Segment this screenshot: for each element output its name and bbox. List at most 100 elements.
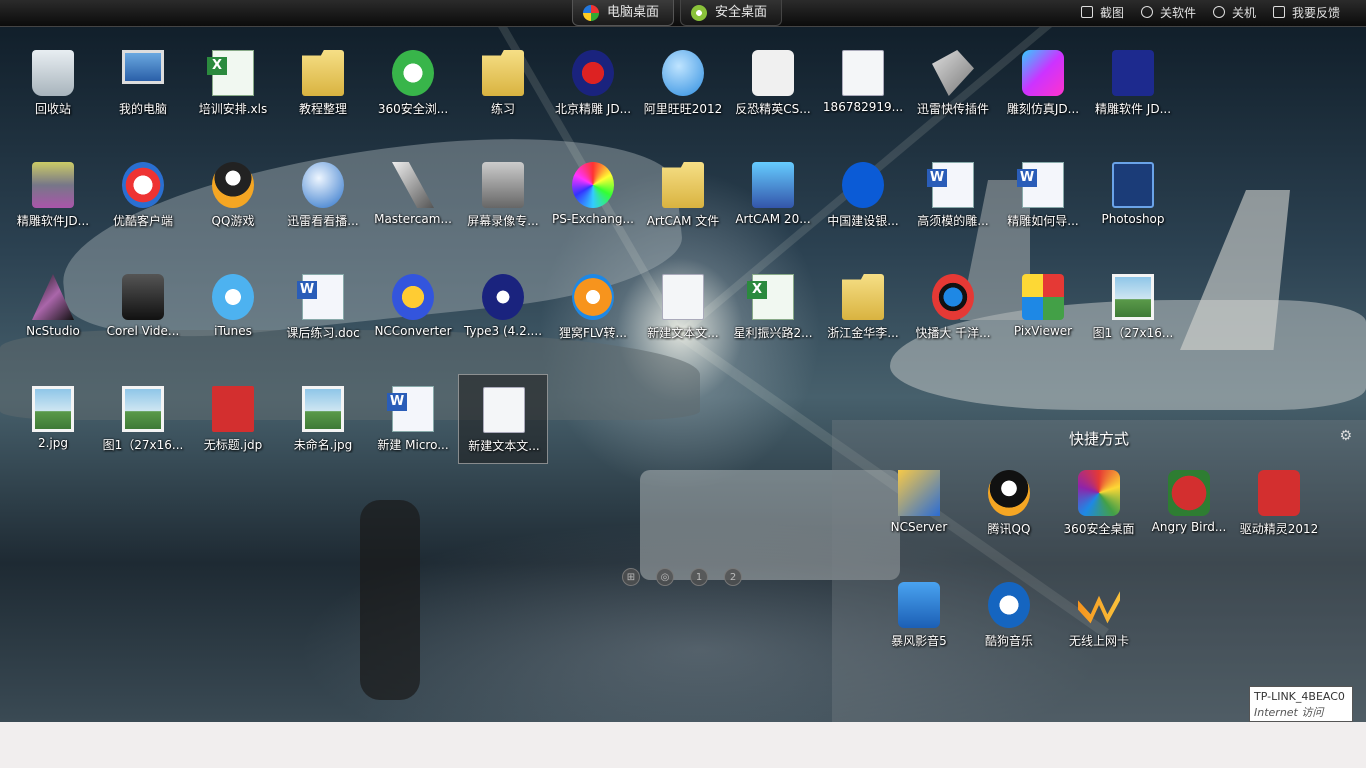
desktop[interactable]: 电脑桌面 安全桌面 截图 关软件 关机 我要反馈 回收站 我的电脑 培训安排.xls… — [0, 0, 1366, 722]
desktop-icon[interactable]: Photoshop — [1088, 150, 1178, 240]
desktop-icon-label: 星利振兴路2... — [733, 326, 813, 340]
desktop-icon[interactable]: 回收站 — [8, 38, 98, 128]
desktop-icon-label: 无标题.jdp — [203, 438, 263, 452]
shortcut-item[interactable]: 暴风影音5 — [874, 570, 964, 660]
shortcut-item[interactable]: 腾讯QQ — [964, 458, 1054, 548]
pager-360-icon[interactable]: ◎ — [656, 568, 674, 586]
shortcut-item[interactable]: 驱动精灵2012 — [1234, 458, 1324, 548]
jd-app-icon — [572, 50, 614, 96]
desktop-icon-label: 新建文本文... — [647, 326, 719, 340]
desktop-icon-label: QQ游戏 — [211, 214, 255, 228]
desktop-icon[interactable]: ArtCAM 文件 — [638, 150, 728, 240]
desktop-icon[interactable]: 浙江金华李... — [818, 262, 908, 352]
desktop-icon[interactable]: 阿里旺旺2012 — [638, 38, 728, 128]
pager-windows-icon[interactable]: ⊞ — [622, 568, 640, 586]
counter-strike-icon — [752, 50, 794, 96]
desktop-icon[interactable]: 新建文本文... — [638, 262, 728, 352]
shortcut-item-label: 360安全桌面 — [1063, 522, 1135, 536]
desktop-icon-label: 高须模的雕... — [917, 214, 989, 228]
folder-icon — [842, 274, 884, 320]
desktop-icon[interactable]: 北京精雕 JD... — [548, 38, 638, 128]
desktop-icon-label: 精雕如何导... — [1007, 214, 1079, 228]
desktop-icon[interactable]: 狸窝FLV转... — [548, 262, 638, 352]
desktop-icon[interactable]: 360安全浏... — [368, 38, 458, 128]
desktop-icon[interactable]: Mastercam... — [368, 150, 458, 240]
desktop-icon[interactable]: 雕刻仿真JD... — [998, 38, 1088, 128]
desktop-icon[interactable]: 新建文本文... — [458, 374, 548, 464]
desktop-icon[interactable]: iTunes — [188, 262, 278, 352]
ncconverter-icon — [392, 274, 434, 320]
desktop-icon[interactable]: 星利振兴路2... — [728, 262, 818, 352]
close-software-button[interactable]: 关软件 — [1141, 0, 1196, 26]
qvod-icon — [932, 274, 974, 320]
tab-safe-desktop[interactable]: 安全桌面 — [680, 0, 783, 26]
desktop-icon[interactable]: 快播大 千洋... — [908, 262, 998, 352]
desktop-icon[interactable]: PixViewer — [998, 262, 1088, 352]
screenshot-button[interactable]: 截图 — [1081, 0, 1124, 26]
qq-game-icon — [212, 162, 254, 208]
desktop-icon[interactable]: 优酷客户端 — [98, 150, 188, 240]
desktop-icon[interactable]: 课后练习.doc — [278, 262, 368, 352]
desktop-icon-label: 图1（27x16... — [1092, 326, 1174, 340]
flv-converter-icon — [572, 274, 614, 320]
shortcut-panel-title: 快捷方式 — [1068, 430, 1129, 448]
desktop-icon[interactable]: 无标题.jdp — [188, 374, 278, 464]
recycle-bin-icon — [32, 50, 74, 96]
power-icon — [1213, 6, 1225, 18]
itunes-icon — [212, 274, 254, 320]
desktop-icon-label: 教程整理 — [298, 102, 347, 116]
pager-page-1[interactable]: 1 — [690, 568, 708, 586]
shortcut-item[interactable]: Angry Bird... — [1144, 458, 1234, 548]
desktop-icon[interactable]: 精雕软件 JD... — [1088, 38, 1178, 128]
desktop-icon[interactable]: 练习 — [458, 38, 548, 128]
text-file-icon — [842, 50, 884, 96]
desktop-icon[interactable]: PS-Exchang... — [548, 150, 638, 240]
baofeng-icon — [898, 582, 940, 628]
shortcut-item[interactable]: 360安全桌面 — [1054, 458, 1144, 548]
image-file-icon — [1112, 274, 1154, 320]
shortcut-item[interactable]: 酷狗音乐 — [964, 570, 1054, 660]
desktop-icon[interactable]: 图1（27x16... — [98, 374, 188, 464]
desktop-icon-label: Corel Vide... — [106, 324, 180, 338]
desktop-icon[interactable]: 迅雷看看播... — [278, 150, 368, 240]
xunlei-player-icon — [302, 162, 344, 208]
desktop-icon[interactable]: 未命名.jpg — [278, 374, 368, 464]
screenshot-label: 截图 — [1100, 6, 1125, 20]
desktop-icon[interactable]: 培训安排.xls — [188, 38, 278, 128]
desktop-icon-label: 新建 Micro... — [377, 438, 449, 452]
pager-page-2[interactable]: 2 — [724, 568, 742, 586]
desktop-icon[interactable]: Type3 (4.2.... — [458, 262, 548, 352]
minus-circle-icon — [1141, 6, 1153, 18]
image-file-icon — [32, 386, 74, 432]
shortcut-item[interactable]: 无线上网卡 — [1054, 570, 1144, 660]
360-logo-icon — [691, 5, 707, 21]
desktop-icon[interactable]: 2.jpg — [8, 374, 98, 464]
desktop-icon[interactable]: NcStudio — [8, 262, 98, 352]
desktop-icon[interactable]: 186782919... — [818, 38, 908, 128]
desktop-icon[interactable]: 屏幕录像专... — [458, 150, 548, 240]
desktop-icon[interactable]: ArtCAM 20... — [728, 150, 818, 240]
excel-file-icon — [747, 274, 794, 320]
jd-sim-icon — [1022, 50, 1064, 96]
desktop-icon-label: 精雕软件 JD... — [1094, 102, 1172, 116]
desktop-icon[interactable]: 新建 Micro... — [368, 374, 458, 464]
desktop-icon[interactable]: 精雕如何导... — [998, 150, 1088, 240]
gear-icon[interactable]: ⚙ — [1339, 428, 1352, 444]
feedback-button[interactable]: 我要反馈 — [1273, 0, 1340, 26]
desktop-icon[interactable]: 反恐精英CS... — [728, 38, 818, 128]
shortcut-item[interactable]: NCServer — [874, 458, 964, 548]
desktop-icon[interactable]: QQ游戏 — [188, 150, 278, 240]
desktop-icon[interactable]: Corel Vide... — [98, 262, 188, 352]
desktop-icon[interactable]: NCConverter — [368, 262, 458, 352]
desktop-icon[interactable]: 教程整理 — [278, 38, 368, 128]
desktop-icon[interactable]: 中国建设银... — [818, 150, 908, 240]
desktop-icon[interactable]: 我的电脑 — [98, 38, 188, 128]
shutdown-button[interactable]: 关机 — [1213, 0, 1256, 26]
shortcut-item-label: 暴风影音5 — [891, 634, 947, 648]
desktop-icon[interactable]: 迅雷快传插件 — [908, 38, 998, 128]
desktop-icon[interactable]: 图1（27x16... — [1088, 262, 1178, 352]
desktop-icon[interactable]: 高须模的雕... — [908, 150, 998, 240]
desktop-icon-label: 练习 — [490, 102, 515, 116]
tab-pc-desktop[interactable]: 电脑桌面 — [572, 0, 675, 26]
desktop-icon[interactable]: 精雕软件JD... — [8, 150, 98, 240]
